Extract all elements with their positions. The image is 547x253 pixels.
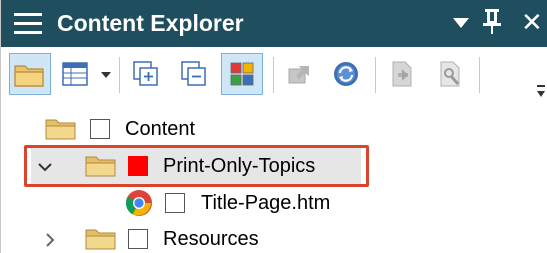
tree-item-label: Resources (163, 228, 259, 250)
tree-item-label: Title-Page.htm (201, 192, 331, 214)
grid-view-button[interactable] (55, 53, 97, 95)
collapse-all-button[interactable] (173, 53, 215, 95)
panel-title: Content Explorer (57, 10, 244, 36)
bind-button[interactable] (279, 53, 321, 95)
expand-all-button[interactable] (125, 53, 167, 95)
sync-button[interactable] (325, 53, 367, 95)
toolbar-separator (479, 57, 480, 93)
expand-all-icon (133, 61, 158, 86)
folder-icon (85, 229, 116, 250)
color-tag-checkbox[interactable] (165, 193, 185, 213)
toolbar (1, 47, 547, 105)
chrome-icon (125, 190, 152, 216)
toolbar-separator (119, 57, 120, 93)
tree-item-resources[interactable]: Resources (1, 221, 547, 253)
grid-view-icon (62, 62, 88, 86)
folder-icon (45, 119, 76, 140)
tree-item-title-page[interactable]: Title-Page.htm (1, 185, 547, 221)
color-tag-checkbox[interactable] (128, 229, 148, 249)
chevron-down-icon[interactable] (453, 18, 469, 28)
chevron-right-icon[interactable] (43, 233, 57, 247)
document-properties-icon (392, 61, 412, 87)
toolbar-separator (273, 57, 274, 93)
toolbar-overflow-icon[interactable] (537, 85, 545, 99)
color-tag-checkbox[interactable] (90, 119, 110, 139)
open-folder-icon (14, 65, 44, 87)
open-folder-button[interactable] (9, 53, 51, 95)
pin-icon[interactable] (483, 9, 501, 35)
tree-item-content[interactable]: Content (1, 111, 547, 147)
highlight-box (24, 145, 369, 187)
color-tags-button[interactable] (221, 53, 263, 95)
content-explorer-panel: Content Explorer ✕ Content Print-Only-To… (0, 0, 547, 253)
tree-item-label: Content (125, 118, 196, 140)
document-properties-button[interactable] (381, 53, 423, 95)
title-bar: Content Explorer ✕ (1, 0, 547, 47)
document-edit-icon (440, 61, 460, 87)
bind-icon (288, 66, 309, 84)
sync-icon (334, 62, 358, 86)
hamburger-menu-icon[interactable] (14, 13, 42, 35)
collapse-all-icon (181, 61, 206, 86)
close-icon[interactable]: ✕ (521, 10, 543, 36)
document-edit-button[interactable] (429, 53, 471, 95)
toolbar-separator (375, 57, 376, 93)
grid-view-dropdown-icon[interactable] (101, 72, 111, 78)
color-tags-icon (230, 62, 254, 86)
